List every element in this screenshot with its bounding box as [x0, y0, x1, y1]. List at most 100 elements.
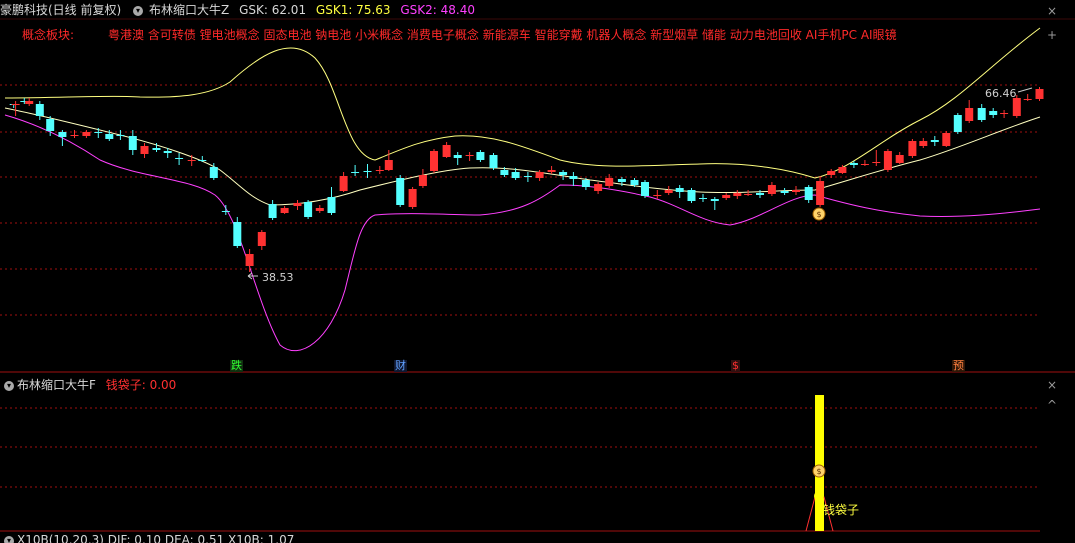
candle[interactable]: [409, 187, 417, 209]
candle[interactable]: [351, 165, 359, 176]
candle[interactable]: [781, 188, 789, 195]
candle[interactable]: [340, 172, 348, 192]
low-price-label: 38.53: [262, 271, 294, 284]
candle[interactable]: [430, 149, 438, 173]
candle[interactable]: [419, 169, 427, 188]
svg-text:$: $: [816, 467, 821, 476]
dropdown-icon[interactable]: ▾: [133, 6, 143, 16]
candle[interactable]: [376, 166, 384, 174]
candle[interactable]: [304, 200, 312, 219]
dropdown-icon-sub[interactable]: ▾: [4, 381, 14, 391]
candle[interactable]: [1036, 87, 1044, 101]
candle[interactable]: [233, 217, 241, 248]
candle[interactable]: [569, 172, 577, 186]
candle[interactable]: [548, 166, 556, 174]
gsk1-value: GSK1: 75.63: [316, 3, 391, 17]
concept-label: 概念板块:: [22, 28, 74, 42]
stock-title[interactable]: 豪鹏科技(日线 前复权): [0, 3, 121, 17]
candle[interactable]: [71, 130, 79, 138]
candle[interactable]: [594, 182, 602, 194]
svg-text:$: $: [816, 210, 821, 219]
candle[interactable]: [25, 98, 33, 106]
candle[interactable]: [676, 185, 684, 198]
candle[interactable]: [954, 113, 962, 134]
candle[interactable]: [653, 190, 661, 199]
event-marker-4[interactable]: 预: [952, 360, 965, 372]
bottom-header: ▾X10B(10,20,3) DIF: 0.10 DEA: 0.51 X10B:…: [2, 533, 294, 543]
candle[interactable]: [699, 194, 707, 202]
candle[interactable]: [82, 130, 90, 138]
signal-dot: [814, 491, 824, 501]
candle[interactable]: [141, 143, 149, 158]
event-marker-3[interactable]: $: [731, 360, 740, 372]
candle[interactable]: [281, 206, 289, 214]
sub-header: ▾布林缩口大牛F 钱袋子: 0.00: [2, 376, 176, 393]
close-icon[interactable]: ×: [1047, 4, 1057, 18]
candle[interactable]: [768, 182, 776, 196]
candle[interactable]: [36, 101, 44, 120]
candle[interactable]: [454, 152, 462, 165]
main-header: 豪鹏科技(日线 前复权) ▾ 布林缩口大牛Z GSK: 62.01 GSK1: 7…: [0, 2, 481, 18]
candle[interactable]: [665, 186, 673, 195]
candle[interactable]: [1000, 110, 1008, 118]
candle[interactable]: [476, 150, 484, 162]
candle[interactable]: [884, 149, 892, 172]
bottom-indicator[interactable]: X10B(10,20,3) DIF: 0.10 DEA: 0.51 X10B: …: [17, 533, 294, 543]
money-bag-icon: $: [813, 208, 825, 220]
candle[interactable]: [872, 150, 880, 166]
sub-indicator-name[interactable]: 布林缩口大牛F: [17, 378, 96, 392]
candle[interactable]: [198, 156, 206, 162]
dropdown-icon-bottom[interactable]: ▾: [4, 536, 14, 543]
candle[interactable]: [931, 136, 939, 146]
candle[interactable]: [316, 205, 324, 213]
candle[interactable]: [559, 170, 567, 180]
gsk2-value: GSK2: 48.40: [400, 3, 475, 17]
candle[interactable]: [466, 152, 474, 161]
candle[interactable]: [896, 152, 904, 164]
candle[interactable]: [965, 100, 973, 123]
candle[interactable]: [188, 155, 196, 166]
candle[interactable]: [364, 164, 372, 178]
candle[interactable]: [1024, 94, 1032, 101]
candle[interactable]: [792, 186, 800, 195]
candle[interactable]: [827, 169, 835, 178]
candle[interactable]: [919, 138, 927, 148]
candle[interactable]: [94, 128, 102, 138]
candle[interactable]: [490, 153, 498, 170]
candle[interactable]: [942, 131, 950, 147]
close-icon-sub[interactable]: ×: [1047, 378, 1057, 392]
candle[interactable]: [722, 193, 730, 200]
candle[interactable]: [116, 130, 124, 140]
candle[interactable]: [294, 200, 302, 210]
candle[interactable]: [744, 190, 752, 196]
candle[interactable]: [861, 160, 869, 166]
add-icon[interactable]: +: [1047, 28, 1057, 42]
candle[interactable]: [175, 153, 183, 165]
candle[interactable]: [328, 187, 336, 215]
candle[interactable]: [688, 188, 696, 203]
candle[interactable]: [711, 197, 719, 210]
candle[interactable]: [805, 185, 813, 203]
candle[interactable]: [269, 200, 277, 220]
candle[interactable]: [641, 180, 649, 198]
chart-canvas[interactable]: $ $: [0, 0, 1075, 540]
candle[interactable]: [443, 142, 451, 158]
concept-items[interactable]: 粤港澳 含可转债 锂电池概念 固态电池 钠电池 小米概念 消费电子概念 新能源车…: [108, 28, 897, 42]
gsk-value: GSK: 62.01: [239, 3, 306, 17]
event-marker-2[interactable]: 财: [394, 360, 407, 372]
candle[interactable]: [605, 174, 613, 188]
candle[interactable]: [524, 172, 532, 182]
event-marker-1[interactable]: 跌: [230, 360, 243, 372]
candle[interactable]: [908, 139, 916, 158]
candle[interactable]: [396, 175, 404, 207]
candle[interactable]: [258, 230, 266, 250]
candle[interactable]: [816, 176, 824, 207]
candle[interactable]: [129, 130, 137, 155]
collapse-icon[interactable]: ^: [1047, 398, 1057, 412]
candle[interactable]: [989, 108, 997, 118]
candle[interactable]: [58, 130, 66, 146]
candle[interactable]: [12, 101, 20, 116]
indicator-name[interactable]: 布林缩口大牛Z: [149, 3, 229, 17]
candle[interactable]: [978, 104, 986, 122]
candle[interactable]: [733, 190, 741, 199]
